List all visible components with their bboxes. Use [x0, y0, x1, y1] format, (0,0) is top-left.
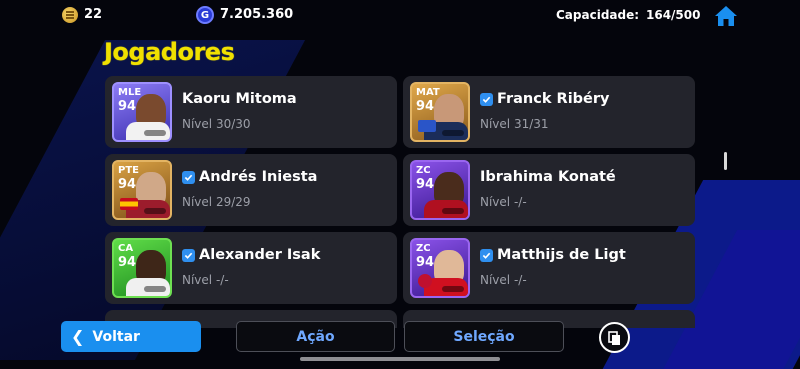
overall-rating: 94 [118, 177, 137, 192]
overall-rating: 94 [416, 99, 435, 114]
spain-flag-icon [120, 198, 138, 210]
overall-rating: 94 [416, 177, 435, 192]
gp-icon: G [196, 6, 214, 24]
chevron-left-icon: ❮ [71, 327, 85, 346]
skill-stars-icon [144, 286, 166, 292]
position-label: ZC [416, 165, 431, 176]
copy-button[interactable] [599, 322, 630, 353]
scrollbar[interactable] [724, 152, 727, 170]
action-button-label: Ação [296, 328, 335, 345]
overall-rating: 94 [416, 255, 435, 270]
player-name: Alexander Isak [199, 247, 321, 263]
back-button-label: Voltar [92, 328, 140, 345]
player-card[interactable]: CA 94 Alexander Isak Nível -/- [105, 232, 397, 304]
player-name: Andrés Iniesta [199, 169, 318, 185]
skill-stars-icon [442, 130, 464, 136]
player-level: Nível 30/30 [182, 117, 251, 131]
player-name: Franck Ribéry [497, 91, 610, 107]
position-label: CA [118, 243, 134, 254]
selection-button-label: Seleção [453, 328, 515, 345]
player-card[interactable]: MLE 94 Kaoru Mitoma Nível 30/30 [105, 76, 397, 148]
skill-stars-icon [144, 130, 166, 136]
player-card[interactable]: ZC 94 Matthijs de Ligt Nível -/- [403, 232, 695, 304]
position-label: ZC [416, 243, 431, 254]
player-thumbnail: PTE 94 [112, 160, 172, 220]
home-indicator[interactable] [300, 357, 500, 361]
back-button[interactable]: ❮ Voltar [61, 321, 201, 352]
overall-rating: 94 [118, 255, 137, 270]
copy-icon [607, 330, 620, 345]
player-name: Matthijs de Ligt [497, 247, 626, 263]
verified-icon [182, 170, 195, 184]
player-thumbnail: MLE 94 [112, 82, 172, 142]
player-card[interactable]: PTE 94 Andrés Iniesta Nível 29/29 [105, 154, 397, 226]
coin-icon [62, 7, 78, 23]
player-name: Kaoru Mitoma [182, 91, 297, 107]
club-badge-icon [418, 274, 432, 288]
skill-stars-icon [442, 208, 464, 214]
player-level: Nível -/- [182, 273, 229, 287]
action-button[interactable]: Ação [236, 321, 395, 352]
position-label: MLE [118, 87, 142, 98]
club-badge-icon [418, 120, 436, 132]
verified-icon [480, 92, 493, 106]
overall-rating: 94 [118, 99, 137, 114]
position-label: MAT [416, 87, 440, 98]
player-card[interactable]: ZC 94 Ibrahima Konaté Nível -/- [403, 154, 695, 226]
player-thumbnail: CA 94 [112, 238, 172, 298]
gp-value: 7.205.360 [220, 7, 294, 22]
selection-button[interactable]: Seleção [404, 321, 564, 352]
player-card[interactable]: MAT 94 Franck Ribéry Nível 31/31 [403, 76, 695, 148]
player-thumbnail: ZC 94 [410, 160, 470, 220]
player-thumbnail: ZC 94 [410, 238, 470, 298]
player-level: Nível 29/29 [182, 195, 251, 209]
skill-stars-icon [442, 286, 464, 292]
verified-icon [480, 248, 493, 262]
player-level: Nível -/- [480, 273, 527, 287]
verified-icon [182, 248, 195, 262]
position-label: PTE [118, 165, 139, 176]
player-name: Ibrahima Konaté [480, 169, 616, 185]
capacity-label: Capacidade: [556, 8, 640, 22]
page-title: Jogadores [104, 38, 235, 66]
top-bar: 22 G 7.205.360 Capacidade: 164/500 [0, 0, 800, 32]
home-icon[interactable] [714, 5, 738, 27]
player-level: Nível -/- [480, 195, 527, 209]
skill-stars-icon [144, 208, 166, 214]
player-thumbnail: MAT 94 [410, 82, 470, 142]
coins-value: 22 [84, 7, 103, 22]
capacity-value: 164/500 [646, 8, 701, 22]
player-level: Nível 31/31 [480, 117, 549, 131]
